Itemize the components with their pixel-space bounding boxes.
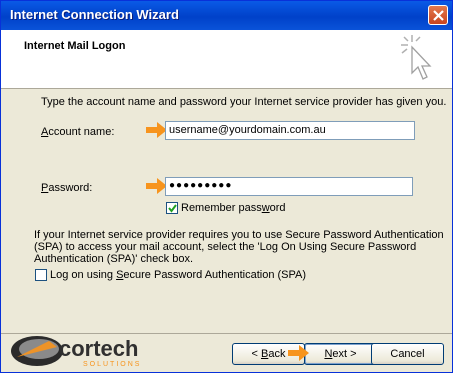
remember-password-checkbox[interactable] <box>166 202 178 214</box>
wizard-header: Internet Mail Logon <box>1 30 452 89</box>
logo-tagline: SOLUTIONS <box>83 361 141 368</box>
account-name-input[interactable]: username@yourdomain.com.au <box>165 121 415 140</box>
spa-note-line: Authentication (SPA)' check box. <box>34 253 194 265</box>
cancel-button[interactable]: Cancel <box>371 343 444 365</box>
intro-text: Type the account name and password your … <box>41 96 447 108</box>
next-button[interactable]: Next > <box>304 343 377 365</box>
window-title: Internet Connection Wizard <box>10 7 179 22</box>
logo-name: cortech <box>59 336 138 361</box>
pointer-arrow-icon <box>288 345 309 361</box>
checkmark-icon <box>168 204 177 213</box>
spa-note-line: (SPA) to access your mail account, selec… <box>34 241 417 253</box>
password-label: Password: <box>41 182 93 194</box>
password-input[interactable]: ●●●●●●●●● <box>165 177 413 196</box>
close-icon <box>433 10 444 21</box>
spa-note-line: If your Internet service provider requir… <box>34 229 444 241</box>
spa-checkbox-label[interactable]: Log on using Secure Password Authenticat… <box>50 269 306 281</box>
account-name-label: Account name: <box>41 126 115 138</box>
close-button[interactable] <box>428 5 448 25</box>
cortech-logo: cortech SOLUTIONS <box>11 336 141 368</box>
wizard-cursor-sparkle-icon <box>401 35 432 80</box>
remember-password-label[interactable]: Remember password <box>181 202 286 214</box>
title-bar[interactable]: Internet Connection Wizard <box>1 1 452 30</box>
page-title: Internet Mail Logon <box>24 40 126 52</box>
wizard-window: Internet Connection Wizard Internet Mail… <box>0 0 453 373</box>
spa-checkbox[interactable] <box>35 269 47 281</box>
